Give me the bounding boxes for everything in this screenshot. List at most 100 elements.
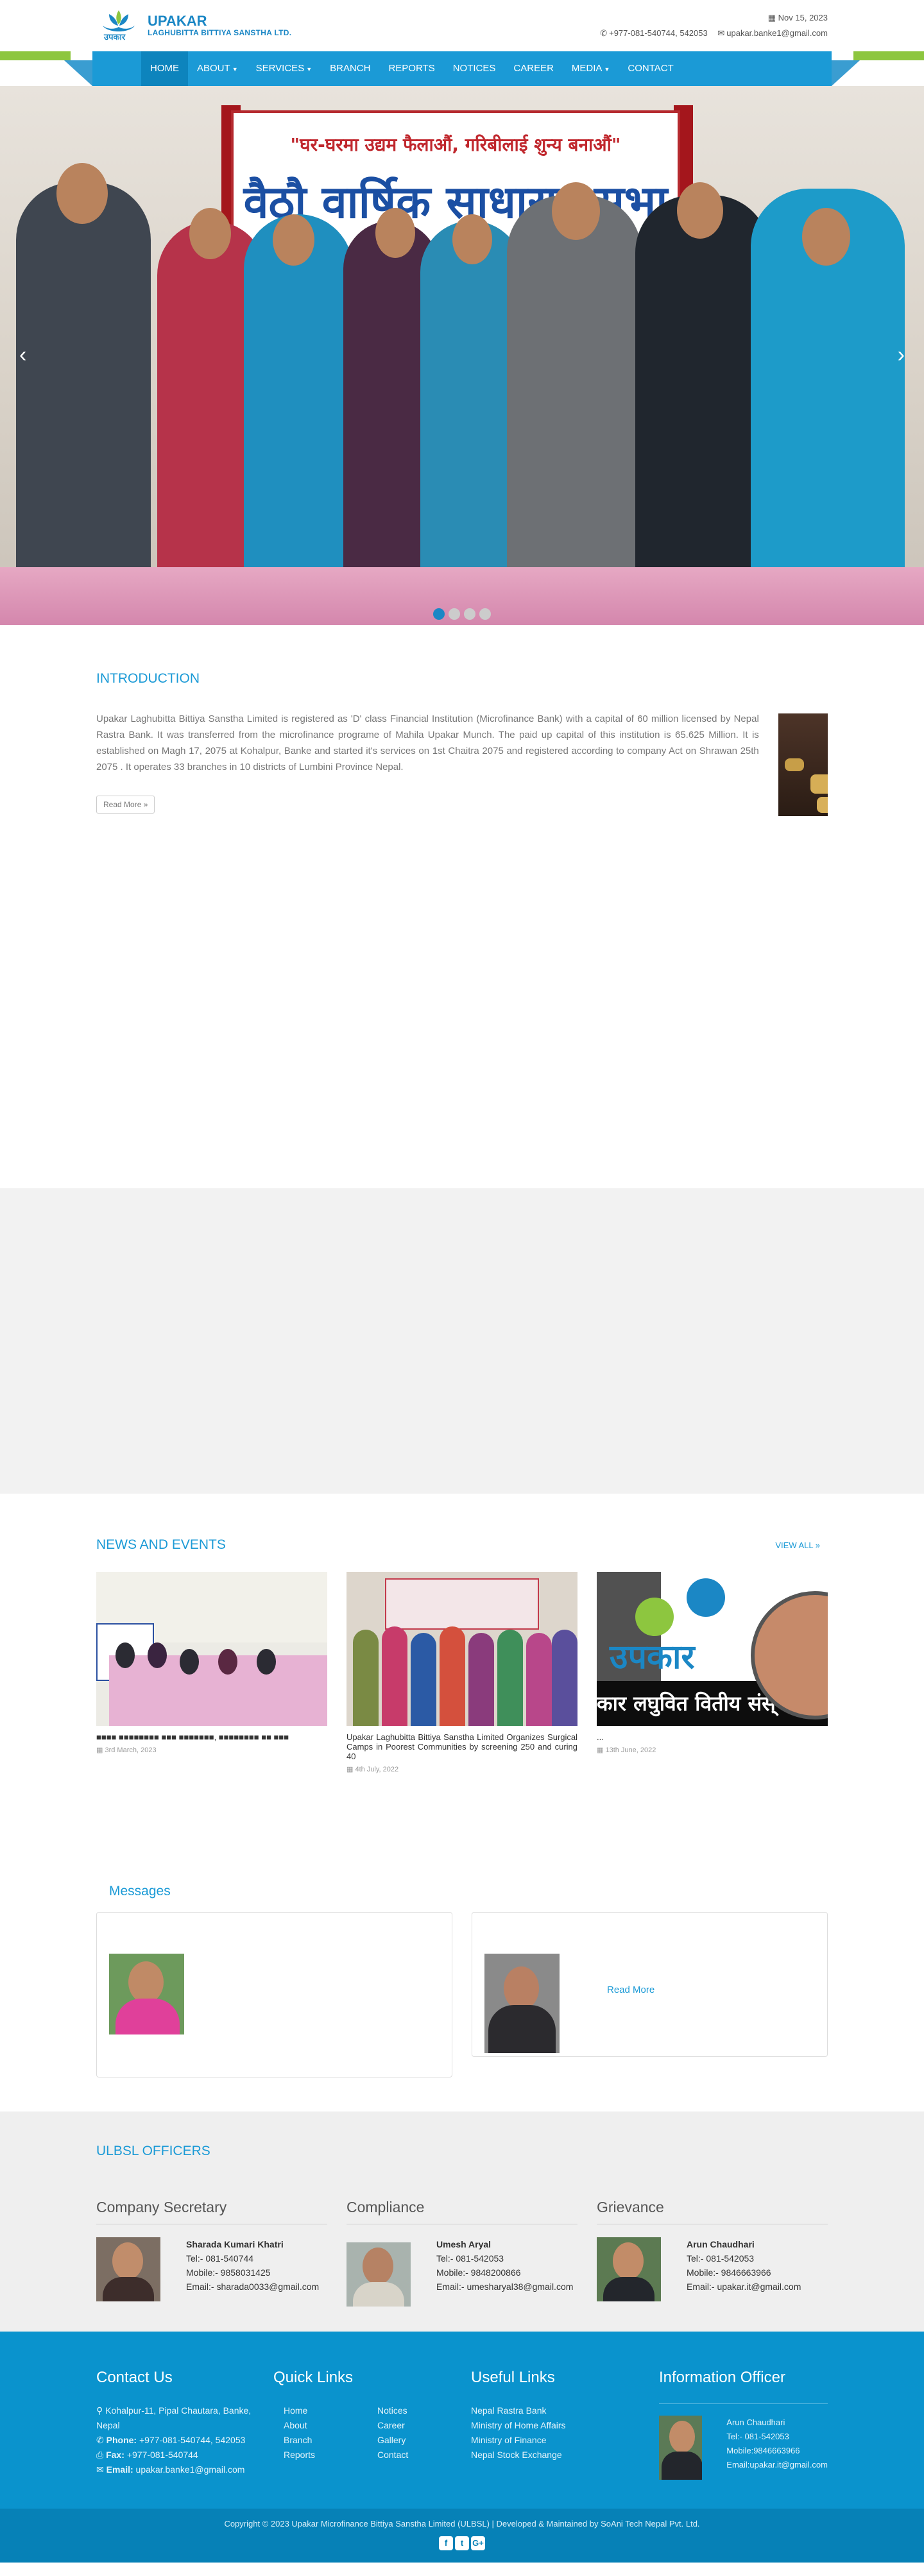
message-card[interactable] (96, 1912, 452, 2077)
news-title[interactable]: ■■■■ ■■■■■■■■ ■■■ ■■■■■■■, ■■■■■■■■ ■■ ■… (96, 1732, 327, 1742)
news-image (346, 1572, 578, 1726)
ceo-photo (484, 1954, 560, 2053)
officer-photo (346, 2242, 411, 2307)
footer-link[interactable]: Notices (377, 2403, 408, 2418)
officer-card: Grievance Arun Chaudhari Tel:- 081-54205… (597, 2199, 828, 2307)
brand-name: UPAKAR (148, 13, 207, 29)
news-section: NEWS AND EVENTS VIEW ALL » ■■■■ ■■■■■■■■… (0, 1494, 924, 1884)
grey-band (0, 1188, 924, 1494)
footer-contact: Contact Us ⚲ Kohalpur-11, Pipal Chautara… (96, 2369, 252, 2475)
news-title[interactable]: Upakar Laghubitta Bittiya Sanstha Limite… (346, 1732, 578, 1761)
footer-link[interactable]: Reports (284, 2448, 377, 2462)
carousel-dot[interactable] (433, 608, 445, 620)
social-links: f t G+ (0, 2536, 924, 2550)
carousel-prev-icon[interactable]: ‹ (19, 343, 26, 368)
officer-role: Company Secretary (96, 2199, 327, 2224)
chairperson-photo (109, 1954, 184, 2034)
intro-text: Upakar Laghubitta Bittiya Sanstha Limite… (96, 713, 759, 772)
footer-link[interactable]: Career (377, 2418, 408, 2433)
logo-icon: उपकार (96, 6, 141, 45)
footer-link[interactable]: Nepal Stock Exchange (471, 2448, 659, 2462)
header-phone: +977-081-540744, 542053 (609, 28, 708, 38)
message-card[interactable]: Read More (472, 1912, 828, 2057)
footer-link[interactable]: Ministry of Home Affairs (471, 2418, 659, 2433)
news-date: ▦ 4th July, 2022 (346, 1766, 399, 1773)
view-all-link[interactable]: VIEW ALL » (775, 1540, 828, 1550)
news-card[interactable]: ■■■■ ■■■■■■■■ ■■■ ■■■■■■■, ■■■■■■■■ ■■ ■… (96, 1572, 327, 1773)
footer-link[interactable]: Branch (284, 2433, 377, 2448)
header-date: Nov 15, 2023 (778, 13, 828, 22)
calendar-icon: ▦ (767, 13, 776, 22)
read-more-button[interactable]: Read More » (96, 796, 155, 814)
news-card[interactable]: Upakar Laghubitta Bittiya Sanstha Limite… (346, 1572, 578, 1773)
caret-down-icon: ▼ (306, 66, 312, 73)
footer-useful-links: Useful Links Nepal Rastra Bank Ministry … (471, 2369, 659, 2480)
news-image: उपकार कार लघुवित वितीय संस् (597, 1572, 828, 1726)
photo-person (16, 182, 151, 580)
header-email[interactable]: upakar.banke1@gmail.com (726, 28, 828, 38)
hero-carousel[interactable]: "घर-घरमा उद्यम फैलाऔं, गरिबीलाई शुन्य बन… (0, 86, 924, 625)
calendar-icon: ▦ (597, 1746, 604, 1754)
nav-contact[interactable]: CONTACT (619, 51, 682, 86)
nav-branch[interactable]: BRANCH (321, 51, 379, 86)
nav-home[interactable]: HOME (141, 51, 188, 86)
news-card[interactable]: उपकार कार लघुवित वितीय संस् ... ▦ 13th J… (597, 1572, 828, 1773)
envelope-icon: ✉ (717, 28, 725, 38)
carousel-dot[interactable] (464, 608, 475, 620)
header-contact: ▦ Nov 15, 2023 ✆ +977-081-540744, 542053 … (592, 10, 828, 41)
nav-media[interactable]: MEDIA ▼ (563, 51, 619, 86)
messages-section: Messages Read More (0, 1884, 924, 2111)
news-title[interactable]: ... (597, 1732, 828, 1742)
coins-plant-image (778, 713, 828, 816)
footer-link[interactable]: About (284, 2418, 377, 2433)
news-image (96, 1572, 327, 1726)
envelope-icon: ✉ (96, 2464, 104, 2475)
nav-reports[interactable]: REPORTS (379, 51, 443, 86)
nav-services[interactable]: SERVICES ▼ (247, 51, 321, 86)
footer-info-officer: Information Officer Arun Chaudhari Tel:-… (659, 2369, 828, 2480)
caret-down-icon: ▼ (604, 66, 610, 73)
introduction-section: INTRODUCTION Upakar Laghubitta Bittiya S… (0, 625, 924, 1188)
officer-photo (659, 2416, 703, 2480)
footer-quick-links: Quick Links Home About Branch Reports No… (273, 2369, 471, 2480)
news-date: ▦ 13th June, 2022 (597, 1746, 656, 1754)
copyright-text: Copyright © 2023 Upakar Microfinance Bit… (224, 2519, 700, 2529)
carousel-next-icon[interactable]: › (898, 343, 905, 368)
footer-link[interactable]: Gallery (377, 2433, 408, 2448)
section-title: INTRODUCTION (96, 671, 200, 686)
facebook-icon[interactable]: f (439, 2536, 453, 2550)
officer-role: Grievance (597, 2199, 828, 2224)
map-marker-icon: ⚲ (96, 2405, 103, 2416)
carousel-indicators (0, 608, 924, 620)
section-title: ULBSL OFFICERS (96, 2144, 210, 2158)
nav-about[interactable]: ABOUT ▼ (188, 51, 247, 86)
site-logo[interactable]: उपकार UPAKAR LAGHUBITTA BITTIYA SANSTHA … (96, 6, 291, 45)
google-plus-icon[interactable]: G+ (471, 2536, 485, 2550)
nav-career[interactable]: CAREER (504, 51, 563, 86)
carousel-dot[interactable] (479, 608, 491, 620)
section-title: NEWS AND EVENTS (96, 1537, 226, 1552)
carousel-dot[interactable] (449, 608, 460, 620)
caret-down-icon: ▼ (232, 66, 238, 73)
main-navigation: HOME ABOUT ▼ SERVICES ▼ BRANCH REPORTS NOT… (0, 51, 924, 86)
footer-link[interactable]: Home (284, 2403, 377, 2418)
copyright-bar: Copyright © 2023 Upakar Microfinance Bit… (0, 2509, 924, 2563)
phone-icon: ✆ (600, 28, 608, 38)
calendar-icon: ▦ (96, 1746, 103, 1754)
nav-notices[interactable]: NOTICES (444, 51, 505, 86)
news-date: ▦ 3rd March, 2023 (96, 1746, 157, 1754)
calendar-icon: ▦ (346, 1766, 354, 1773)
officers-section: ULBSL OFFICERS Company Secretary Sharada… (0, 2111, 924, 2332)
phone-icon: ✆ (96, 2435, 104, 2445)
read-more-link[interactable]: Read More (607, 1984, 654, 1995)
brand-subtitle: LAGHUBITTA BITTIYA SANSTHA LTD. (148, 28, 292, 37)
fax-icon: ⎙ (96, 2450, 104, 2460)
officer-photo (96, 2237, 160, 2301)
section-title: Messages (109, 1884, 171, 1898)
top-header: उपकार UPAKAR LAGHUBITTA BITTIYA SANSTHA … (0, 0, 924, 51)
footer-link[interactable]: Ministry of Finance (471, 2433, 659, 2448)
footer-link[interactable]: Contact (377, 2448, 408, 2462)
twitter-icon[interactable]: t (455, 2536, 469, 2550)
officer-role: Compliance (346, 2199, 578, 2224)
footer-link[interactable]: Nepal Rastra Bank (471, 2403, 659, 2418)
